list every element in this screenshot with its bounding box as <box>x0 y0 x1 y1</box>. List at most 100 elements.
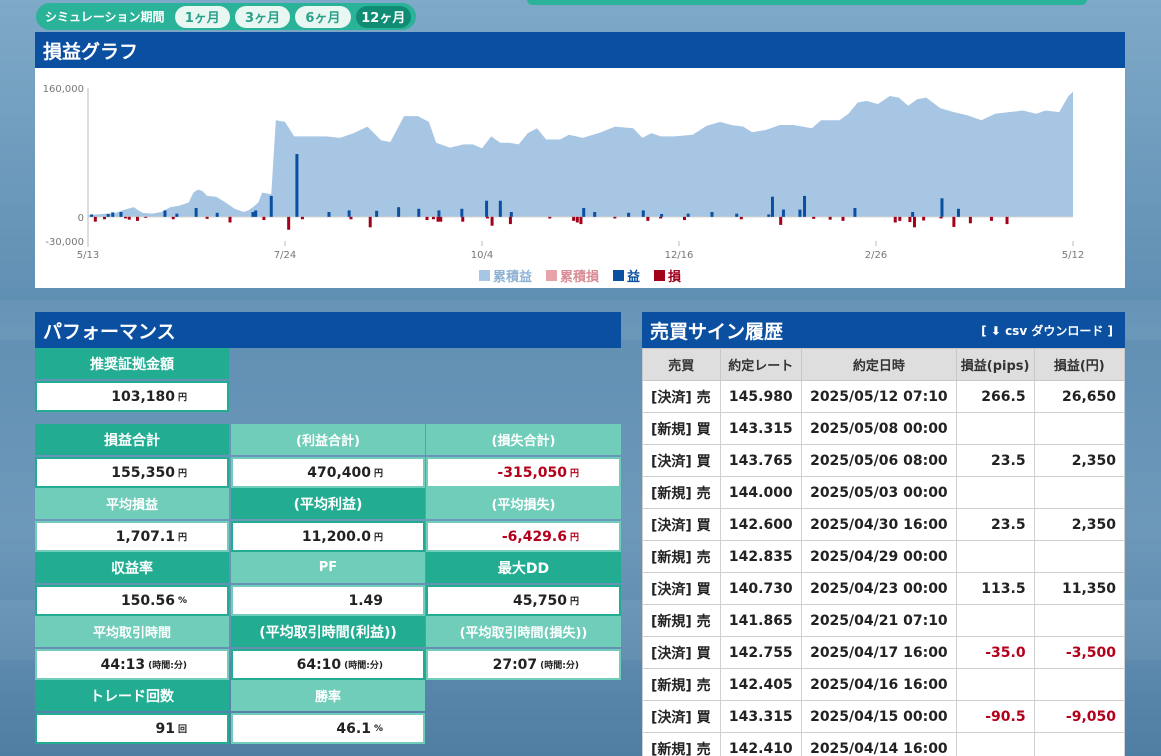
loss-bar <box>912 216 916 228</box>
perf-value-0-2: -315,050 円 <box>426 457 621 488</box>
loss-bar <box>613 216 617 219</box>
loss-bar <box>93 216 97 222</box>
legend-profit[interactable]: 益 <box>613 266 640 285</box>
profit-bar <box>710 212 714 217</box>
x-tick-label: 7/24 <box>274 250 296 261</box>
period-1m-button[interactable]: 1ヶ月 <box>174 5 230 28</box>
trade-row: [新規] 売 141.865 2025/04/21 07:10 <box>642 604 1126 637</box>
top-decoration-bar <box>527 0 1087 5</box>
perf-value-text: 150.56 <box>120 592 175 609</box>
trade-cell-datetime: 2025/04/23 00:00 <box>801 572 957 605</box>
profit-bar <box>437 210 441 217</box>
perf-value-text: -6,429.6 <box>501 528 567 545</box>
period-3m-button[interactable]: 3ヶ月 <box>234 5 291 28</box>
loss-bar <box>841 216 845 221</box>
period-label: シミュレーション期間 <box>45 10 165 24</box>
profit-bar <box>803 195 807 217</box>
profit-bar <box>770 196 774 217</box>
loss-bar <box>812 216 816 219</box>
performance-title: パフォーマンス <box>35 312 621 348</box>
trade-row: [決済] 売 145.980 2025/05/12 07:10 266.5 26,650 <box>642 380 1126 413</box>
perf-label-0-1: (利益合計) <box>231 424 425 455</box>
profit-bar <box>686 213 690 217</box>
perf-unit: % <box>373 723 383 734</box>
x-tick-label: 5/12 <box>1062 250 1084 261</box>
trade-cell-rate: 143.315 <box>719 700 803 733</box>
trade-cell-yen <box>1033 604 1126 637</box>
perf-label-2-1: PF <box>231 552 425 583</box>
trade-cell-rate: 144.000 <box>719 476 803 509</box>
profit-bar <box>254 210 258 217</box>
x-tick-label: 10/4 <box>471 250 493 261</box>
trade-cell-yen: 2,350 <box>1033 444 1126 477</box>
trade-row: [決済] 買 143.315 2025/04/15 00:00 -90.5 -9,050 <box>642 700 1126 733</box>
trade-cell-yen: -9,050 <box>1033 700 1126 733</box>
loss-bar <box>127 216 131 220</box>
trade-row: [新規] 買 143.315 2025/05/08 00:00 <box>642 412 1126 445</box>
trade-cell-rate: 143.315 <box>719 412 803 445</box>
perf-label-2-2: 最大DD <box>426 552 621 583</box>
perf-value-text: 91 <box>155 720 175 737</box>
trade-cell-datetime: 2025/04/21 07:10 <box>801 604 957 637</box>
trade-cell-side: [決済] 買 <box>642 636 721 669</box>
trade-cell-side: [新規] 売 <box>642 668 721 701</box>
profit-bar <box>106 214 110 217</box>
perf-value-text: 46.1 <box>336 720 371 737</box>
profit-bar <box>90 214 94 217</box>
perf-value-recommended-margin: 103,180 円 <box>35 381 229 412</box>
perf-unit: 回 <box>177 725 187 735</box>
loss-bar <box>436 216 440 222</box>
profit-bar <box>641 210 645 217</box>
trade-cell-datetime: 2025/04/16 16:00 <box>801 668 957 701</box>
trade-row: [新規] 売 142.410 2025/04/14 16:00 <box>642 732 1126 756</box>
perf-value-0-0: 155,350 円 <box>35 457 229 488</box>
profit-bar <box>767 214 771 217</box>
perf-label-3-0: 平均取引時間 <box>35 616 229 647</box>
trade-cell-pips <box>955 668 1035 701</box>
legend-loss[interactable]: 損 <box>654 266 681 285</box>
chart-legend: 累積益 累積損 益 損 <box>35 266 1125 285</box>
perf-unit: (時間:分) <box>148 661 187 671</box>
period-12m-button[interactable]: 12ヶ月 <box>355 5 411 28</box>
trade-cell-pips: 113.5 <box>955 572 1035 605</box>
loss-bar <box>939 216 943 219</box>
csv-download-button[interactable]: [ ⬇ csv ダウンロード ] <box>981 322 1113 339</box>
perf-label-1-1: (平均利益) <box>231 488 425 519</box>
trade-cell-datetime: 2025/04/15 00:00 <box>801 700 957 733</box>
profit-bar <box>119 212 123 217</box>
trade-cell-yen <box>1033 540 1126 573</box>
perf-value-text: 11,200.0 <box>301 528 371 545</box>
loss-bar <box>548 216 552 219</box>
performance-panel: パフォーマンス 推奨証拠金額 103,180 円損益合計 155,350 円 (利益合計)… <box>35 312 621 756</box>
trade-cell-yen: -3,500 <box>1033 636 1126 669</box>
perf-value-text: 1,707.1 <box>115 528 175 545</box>
trade-cell-pips: 23.5 <box>955 444 1035 477</box>
legend-cum-profit[interactable]: 累積益 <box>478 266 532 285</box>
trade-cell-datetime: 2025/05/12 07:10 <box>801 380 957 413</box>
trade-cell-side: [新規] 売 <box>642 604 721 637</box>
profit-bar <box>798 209 802 217</box>
trade-cell-rate: 142.755 <box>719 636 803 669</box>
period-6m-button[interactable]: 6ヶ月 <box>295 5 351 28</box>
csv-download-label: [ ⬇ csv ダウンロード ] <box>981 323 1113 338</box>
profit-bar <box>251 212 255 217</box>
profit-bar <box>460 208 464 217</box>
legend-cum-loss[interactable]: 累積損 <box>545 266 599 285</box>
loss-bar <box>922 216 926 221</box>
loss-bar <box>300 216 304 220</box>
perf-label-4-0: トレード回数 <box>35 680 229 711</box>
trade-cell-pips: 23.5 <box>955 508 1035 541</box>
trade-row: [新規] 売 142.405 2025/04/16 16:00 <box>642 668 1126 701</box>
loss-bar <box>431 216 435 220</box>
loss-bar <box>572 216 576 221</box>
profit-bar <box>111 212 115 217</box>
perf-value-2-1: 1.49 <box>231 585 425 616</box>
trade-cell-side: [決済] 買 <box>642 508 721 541</box>
cum-profit-area <box>88 91 1073 217</box>
trade-row: [新規] 売 144.000 2025/05/03 00:00 <box>642 476 1126 509</box>
trade-cell-side: [新規] 売 <box>642 540 721 573</box>
perf-unit: 円 <box>177 393 187 403</box>
loss-bar <box>262 216 266 221</box>
profit-bar <box>593 212 597 217</box>
trade-cell-side: [新規] 売 <box>642 732 721 756</box>
